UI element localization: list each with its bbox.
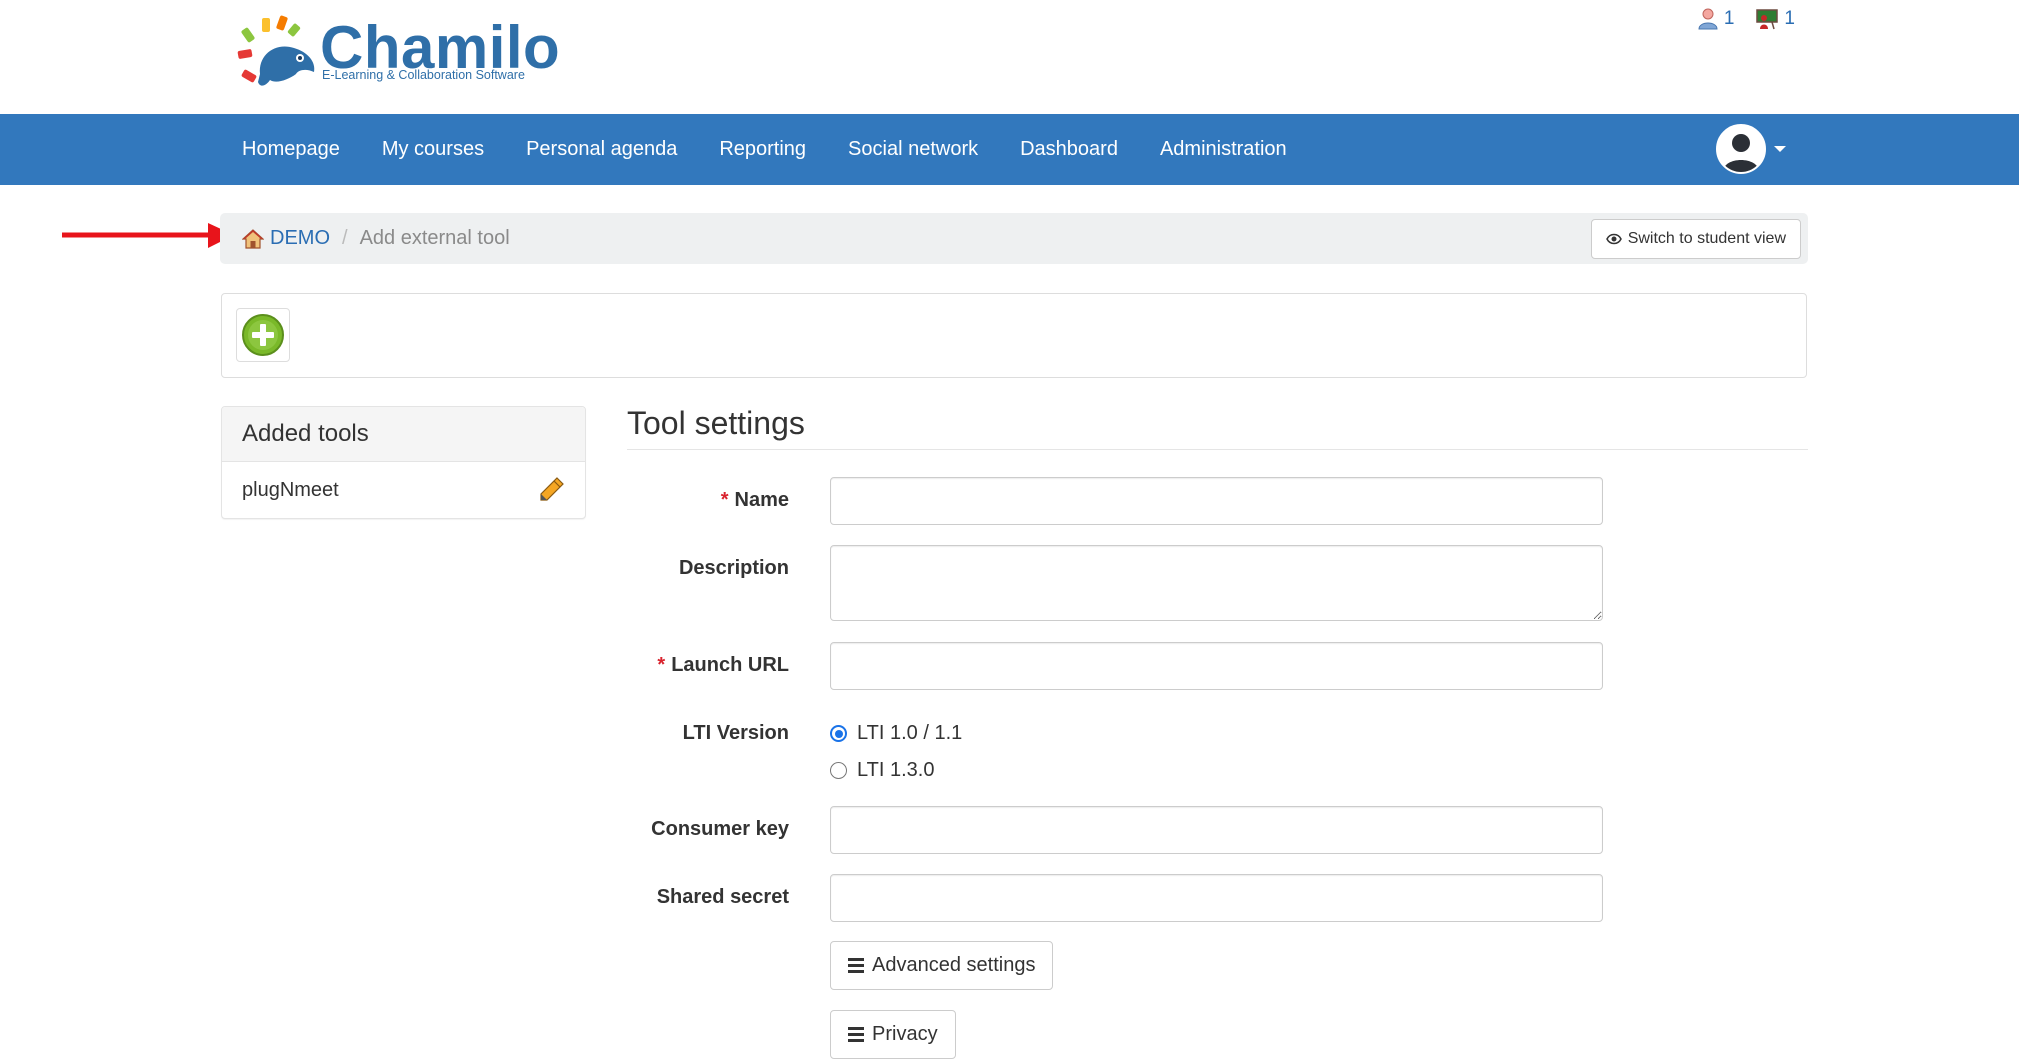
home-icon bbox=[242, 228, 264, 249]
form-title: Tool settings bbox=[627, 405, 805, 441]
users-online-counter[interactable]: 1 bbox=[1698, 8, 1735, 30]
nav-item-homepage[interactable]: Homepage bbox=[221, 114, 361, 185]
logo-tagline: E-Learning & Collaboration Software bbox=[322, 68, 525, 82]
nav-item-administration[interactable]: Administration bbox=[1139, 114, 1308, 185]
nav-item-personal-agenda[interactable]: Personal agenda bbox=[505, 114, 698, 185]
breadcrumb: DEMO / Add external tool bbox=[242, 213, 510, 264]
radio-selected-icon bbox=[830, 725, 847, 742]
privacy-label: Privacy bbox=[872, 1023, 938, 1045]
shared-secret-label: Shared secret bbox=[656, 886, 789, 908]
lti-option-2-radio[interactable]: LTI 1.3.0 bbox=[830, 759, 934, 782]
name-input[interactable] bbox=[830, 477, 1603, 525]
nav-item-social-network[interactable]: Social network bbox=[827, 114, 999, 185]
page-header: Chamilo E-Learning & Collaboration Softw… bbox=[0, 0, 2019, 114]
list-item: plugNmeet bbox=[222, 462, 585, 518]
name-label-text: Name bbox=[734, 489, 789, 511]
lti-version-label: LTI Version bbox=[682, 722, 789, 744]
shared-secret-input[interactable] bbox=[830, 874, 1603, 922]
teacher-board-icon bbox=[1756, 9, 1779, 30]
breadcrumb-current: Add external tool bbox=[359, 227, 510, 249]
chamilo-logo[interactable]: Chamilo E-Learning & Collaboration Softw… bbox=[236, 14, 560, 90]
bars-icon bbox=[848, 958, 864, 973]
user-silhouette-icon bbox=[1723, 134, 1759, 172]
launch-url-label: * Launch URL bbox=[657, 654, 789, 677]
added-tools-panel: Added tools plugNmeet bbox=[221, 406, 586, 519]
lti-option-label: LTI 1.3.0 bbox=[857, 759, 935, 781]
advanced-settings-label: Advanced settings bbox=[872, 954, 1036, 976]
required-asterisk: * bbox=[720, 489, 729, 511]
launch-url-label-text: Launch URL bbox=[671, 654, 789, 676]
course-users-counter[interactable]: 1 bbox=[1756, 8, 1795, 30]
chamilo-mascot-icon bbox=[237, 15, 315, 86]
add-external-tool-button[interactable] bbox=[236, 308, 290, 362]
plus-circle-icon bbox=[242, 314, 284, 356]
required-asterisk: * bbox=[657, 654, 666, 676]
nav-item-reporting[interactable]: Reporting bbox=[698, 114, 827, 185]
switch-to-student-view-button[interactable]: Switch to student view bbox=[1590, 219, 1801, 259]
breadcrumb-home-link[interactable]: DEMO bbox=[242, 227, 330, 250]
user-menu-dropdown[interactable] bbox=[1716, 124, 1786, 174]
breadcrumb-home-label: DEMO bbox=[270, 227, 330, 249]
pencil-icon[interactable] bbox=[537, 476, 565, 504]
privacy-button[interactable]: Privacy bbox=[830, 1010, 956, 1059]
avatar bbox=[1716, 124, 1766, 174]
nav-item-dashboard[interactable]: Dashboard bbox=[999, 114, 1139, 185]
breadcrumb-bar: DEMO / Add external tool Switch to stude… bbox=[220, 213, 1808, 264]
description-label: Description bbox=[678, 557, 789, 579]
consumer-key-input[interactable] bbox=[830, 806, 1603, 854]
form-title-divider bbox=[627, 449, 1808, 450]
radio-unselected-icon bbox=[830, 762, 847, 779]
users-online-count: 1 bbox=[1723, 8, 1735, 29]
name-label: * Name bbox=[721, 489, 789, 512]
advanced-settings-button[interactable]: Advanced settings bbox=[830, 941, 1054, 990]
header-counters: 1 1 bbox=[1698, 8, 1795, 30]
launch-url-input[interactable] bbox=[830, 642, 1603, 690]
annotation-arrow-icon bbox=[62, 223, 234, 248]
added-tools-title: Added tools bbox=[222, 407, 585, 462]
chevron-down-icon bbox=[1774, 146, 1786, 152]
lti-option-1-radio[interactable]: LTI 1.0 / 1.1 bbox=[830, 722, 962, 745]
switch-view-label: Switch to student view bbox=[1627, 230, 1786, 247]
nav-menu: Homepage My courses Personal agenda Repo… bbox=[221, 114, 1308, 185]
lti-option-label: LTI 1.0 / 1.1 bbox=[857, 722, 963, 744]
consumer-key-label: Consumer key bbox=[651, 818, 789, 840]
nav-item-my-courses[interactable]: My courses bbox=[361, 114, 505, 185]
course-users-count: 1 bbox=[1784, 8, 1795, 29]
tool-name: plugNmeet bbox=[242, 479, 339, 501]
eye-icon bbox=[1605, 233, 1622, 245]
main-navbar: Homepage My courses Personal agenda Repo… bbox=[0, 114, 2019, 185]
breadcrumb-separator: / bbox=[342, 227, 348, 249]
user-icon bbox=[1698, 8, 1718, 30]
description-textarea[interactable] bbox=[830, 545, 1603, 621]
bars-icon bbox=[848, 1027, 864, 1042]
actions-toolbar bbox=[221, 293, 1807, 378]
